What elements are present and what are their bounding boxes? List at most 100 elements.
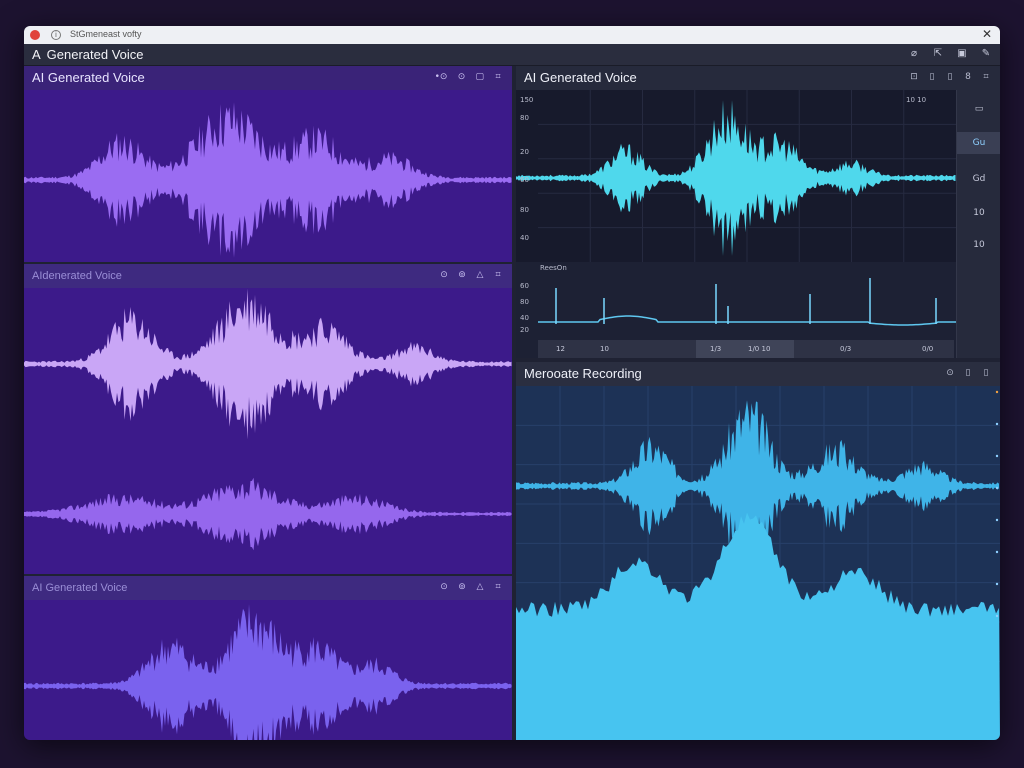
- pin-icon[interactable]: ⌀: [908, 48, 920, 59]
- app-toolbar: ⌀ ⇱ ▣ ✎: [908, 48, 992, 59]
- loop-icon[interactable]: ⊚: [458, 582, 466, 592]
- play-icon[interactable]: ⊙: [440, 270, 448, 280]
- panel-title: AI Generated Voice: [32, 582, 128, 594]
- waveform-shape: [516, 100, 956, 256]
- analysis-panel: AI Generated Voice ⊡ ▯ ▯ 8 ⌗ 150 80 20 6…: [516, 66, 1000, 358]
- save-icon[interactable]: ▣: [956, 48, 968, 59]
- tool-gain-down[interactable]: Gd: [957, 168, 1000, 190]
- number-icon[interactable]: 8: [964, 72, 972, 82]
- grid-icon[interactable]: ⌗: [494, 582, 502, 592]
- tool-gain-up[interactable]: Gu: [957, 132, 1000, 154]
- edge-marker: [995, 486, 999, 490]
- ai-logo-icon: A: [32, 47, 41, 62]
- panel-header: AI Generated Voice ⊡ ▯ ▯ 8 ⌗: [516, 66, 1000, 90]
- panel-title: AIdenerated Voice: [32, 270, 122, 282]
- waveform-violet[interactable]: [24, 458, 512, 574]
- panel-title: AI Generated Voice: [524, 70, 637, 85]
- waveform-shape: [24, 604, 512, 740]
- edge-marker: [995, 550, 999, 554]
- waveform-recording[interactable]: [516, 386, 1000, 740]
- y-tick: 80: [520, 114, 529, 122]
- edge-marker: [995, 454, 999, 458]
- side-toolbar: ▭ Gu Gd 10 10: [956, 90, 1000, 358]
- tool-fit[interactable]: 10: [957, 234, 1000, 256]
- panel-toolbar: ⊙ ⊚ △ ⌗: [440, 270, 502, 280]
- y-tick: 60: [520, 282, 529, 290]
- warning-icon[interactable]: △: [476, 270, 484, 280]
- timeline-tick: 1/0 10: [748, 345, 771, 353]
- window-titlebar: i StGmeneast vofty ✕: [24, 26, 1000, 44]
- loop-icon[interactable]: ⊚: [458, 270, 466, 280]
- voice-panel-top: AI Generated Voice •⊙ ⊙ ▢ ⌗: [24, 66, 512, 262]
- timeline-tick: 10: [600, 345, 609, 353]
- app-title-text: Generated Voice: [46, 47, 144, 62]
- edge-marker: [995, 422, 999, 426]
- y-tick: 20: [520, 148, 529, 156]
- recording-panel: Merooate Recording ⊙ ▯ ▯: [516, 362, 1000, 740]
- share-icon[interactable]: ⇱: [932, 48, 944, 59]
- app-window: i StGmeneast vofty ✕ A Generated Voice ⌀ …: [24, 26, 1000, 740]
- pulse-baseline: [538, 315, 956, 326]
- panel-header: AIdenerated Voice ⊙ ⊚ △ ⌗: [24, 264, 512, 288]
- y-tick: 80: [520, 298, 529, 306]
- copy-icon[interactable]: ▯: [928, 72, 936, 82]
- file-icon[interactable]: ▯: [946, 72, 954, 82]
- edge-marker: [995, 582, 999, 586]
- copy-icon[interactable]: ▯: [964, 368, 972, 378]
- close-dot-icon[interactable]: [30, 30, 40, 40]
- y-tick: 60: [520, 176, 529, 184]
- record-icon[interactable]: •⊙: [435, 72, 448, 82]
- grid-icon[interactable]: ⌗: [494, 72, 502, 82]
- app-title: A Generated Voice: [32, 47, 144, 62]
- window-title: StGmeneast vofty: [70, 29, 142, 39]
- waveform-cyan[interactable]: [516, 90, 956, 262]
- close-icon[interactable]: ✕: [982, 27, 992, 41]
- play-icon[interactable]: ⊙: [457, 72, 466, 82]
- edge-marker: [995, 390, 999, 394]
- panel-toolbar: •⊙ ⊙ ▢ ⌗: [435, 72, 502, 82]
- recording-fill: [516, 512, 1000, 740]
- grid-icon[interactable]: ⌗: [982, 72, 990, 82]
- voice-panel-bottom: AI Generated Voice ⊙ ⊚ △ ⌗: [24, 576, 512, 740]
- file-icon[interactable]: ▯: [982, 368, 990, 378]
- panel-title: AI Generated Voice: [32, 70, 145, 85]
- copy-icon[interactable]: ▢: [475, 72, 484, 82]
- corner-readout: 10 10: [906, 96, 927, 104]
- panel-toolbar: ⊙ ▯ ▯: [946, 368, 990, 378]
- y-tick: 150: [520, 96, 534, 104]
- play-icon[interactable]: ⊙: [440, 582, 448, 592]
- edge-marker: [995, 518, 999, 522]
- record-icon[interactable]: ⊙: [946, 368, 954, 378]
- tool-window[interactable]: ▭: [957, 98, 1000, 120]
- waveform-lilac[interactable]: [24, 288, 512, 458]
- tool-zoom[interactable]: 10: [957, 202, 1000, 224]
- app-header: A Generated Voice ⌀ ⇱ ▣ ✎: [24, 44, 1000, 66]
- secondary-track: ReesOn 60 80 40 20 12 10 1/3 1/0 10 0/3 …: [516, 262, 956, 358]
- y-tick: 80: [520, 206, 529, 214]
- voice-panel-middle: AIdenerated Voice ⊙ ⊚ △ ⌗: [24, 264, 512, 574]
- panel-toolbar: ⊙ ⊚ △ ⌗: [440, 582, 502, 592]
- panel-header: AI Generated Voice ⊙ ⊚ △ ⌗: [24, 576, 512, 600]
- panel-header: AI Generated Voice •⊙ ⊙ ▢ ⌗: [24, 66, 512, 90]
- timeline-ruler[interactable]: 12 10 1/3 1/0 10 0/3 0/0: [538, 340, 954, 358]
- panel-toolbar: ⊡ ▯ ▯ 8 ⌗: [910, 72, 990, 82]
- grid-icon[interactable]: ⌗: [494, 270, 502, 280]
- info-icon[interactable]: i: [51, 30, 61, 40]
- timeline-tick: 1/3: [710, 345, 722, 353]
- edge-marker: [995, 614, 999, 618]
- timeline-tick: 12: [556, 345, 565, 353]
- panel-title: Merooate Recording: [524, 366, 642, 381]
- waveform-indigo[interactable]: [24, 600, 512, 740]
- y-tick: 40: [520, 314, 529, 322]
- panel-header: Merooate Recording ⊙ ▯ ▯: [516, 362, 1000, 386]
- warning-icon[interactable]: △: [476, 582, 484, 592]
- y-tick: 20: [520, 326, 529, 334]
- y-tick: 40: [520, 234, 529, 242]
- waveform-purple[interactable]: [24, 90, 512, 262]
- timeline-tick: 0/3: [840, 345, 852, 353]
- waveform-shape: [24, 102, 512, 258]
- edit-icon[interactable]: ✎: [980, 48, 992, 59]
- timeline-tick: 0/0: [922, 345, 934, 353]
- pulse-trace[interactable]: [538, 270, 956, 336]
- monitor-icon[interactable]: ⊡: [910, 72, 918, 82]
